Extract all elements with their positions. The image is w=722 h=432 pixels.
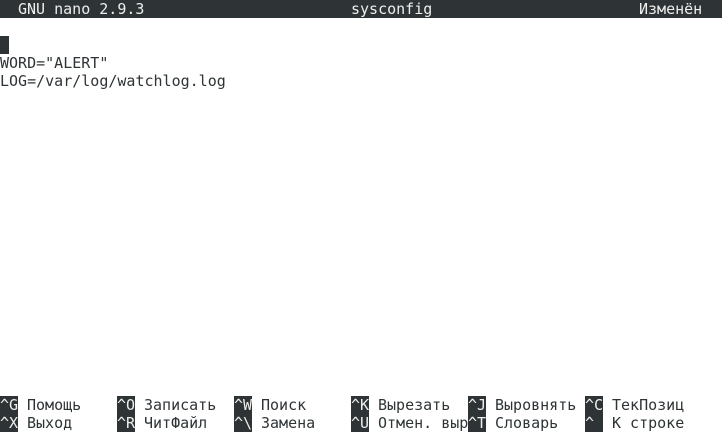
shortcut-key: ^\ (234, 414, 253, 432)
shortcut-key: ^O (117, 396, 136, 414)
shortcut-label: Словарь (495, 414, 559, 432)
shortcut-label: К строке (612, 414, 685, 432)
shortcut-key: ^T (468, 414, 487, 432)
shortcut-key: ^J (468, 396, 487, 414)
shortcut-label: ТекПозиц (612, 396, 685, 414)
shortcut-label: Выровнять (495, 396, 577, 414)
text-cursor (0, 36, 9, 54)
shortcut-go-to-line[interactable]: ^ К строке (585, 414, 702, 432)
editor-line[interactable]: WORD="ALERT" (0, 54, 108, 72)
shortcut-uncut[interactable]: ^U Отмен. выр (351, 414, 468, 432)
shortcut-key: ^C (585, 396, 604, 414)
shortcut-label: ЧитФайл (144, 414, 208, 432)
shortcut-label: Поиск (261, 396, 307, 414)
shortcut-label: Вырезать (378, 396, 451, 414)
shortcut-key: ^R (117, 414, 136, 432)
shortcut-spell[interactable]: ^T Словарь (468, 414, 585, 432)
editor-line[interactable]: LOG=/var/log/watchlog.log (0, 72, 226, 90)
shortcut-label: Помощь (27, 396, 82, 414)
app-version: GNU nano 2.9.3 (18, 0, 145, 18)
title-bar: GNU nano 2.9.3 sysconfig Изменён (0, 0, 722, 18)
shortcut-search[interactable]: ^W Поиск (234, 396, 351, 414)
file-name: sysconfig (351, 0, 433, 18)
modified-status: Изменён (639, 0, 703, 18)
shortcut-label: Замена (261, 414, 316, 432)
shortcut-justify[interactable]: ^J Выровнять (468, 396, 585, 414)
shortcut-key: ^ (585, 414, 604, 432)
shortcut-label: Записать (144, 396, 217, 414)
shortcut-exit[interactable]: ^X Выход (0, 414, 117, 432)
shortcut-write[interactable]: ^O Записать (117, 396, 234, 414)
shortcut-key: ^K (351, 396, 370, 414)
shortcut-read-file[interactable]: ^R ЧитФайл (117, 414, 234, 432)
shortcut-replace[interactable]: ^\ Замена (234, 414, 351, 432)
shortcut-key: ^X (0, 414, 19, 432)
shortcut-key: ^W (234, 396, 253, 414)
shortcut-help[interactable]: ^G Помощь (0, 396, 117, 414)
shortcut-cur-pos[interactable]: ^C ТекПозиц (585, 396, 702, 414)
shortcut-key: ^G (0, 396, 19, 414)
shortcut-label: Отмен. выр (378, 414, 468, 432)
shortcut-label: Выход (27, 414, 73, 432)
shortcut-key: ^U (351, 414, 370, 432)
shortcut-cut[interactable]: ^K Вырезать (351, 396, 468, 414)
